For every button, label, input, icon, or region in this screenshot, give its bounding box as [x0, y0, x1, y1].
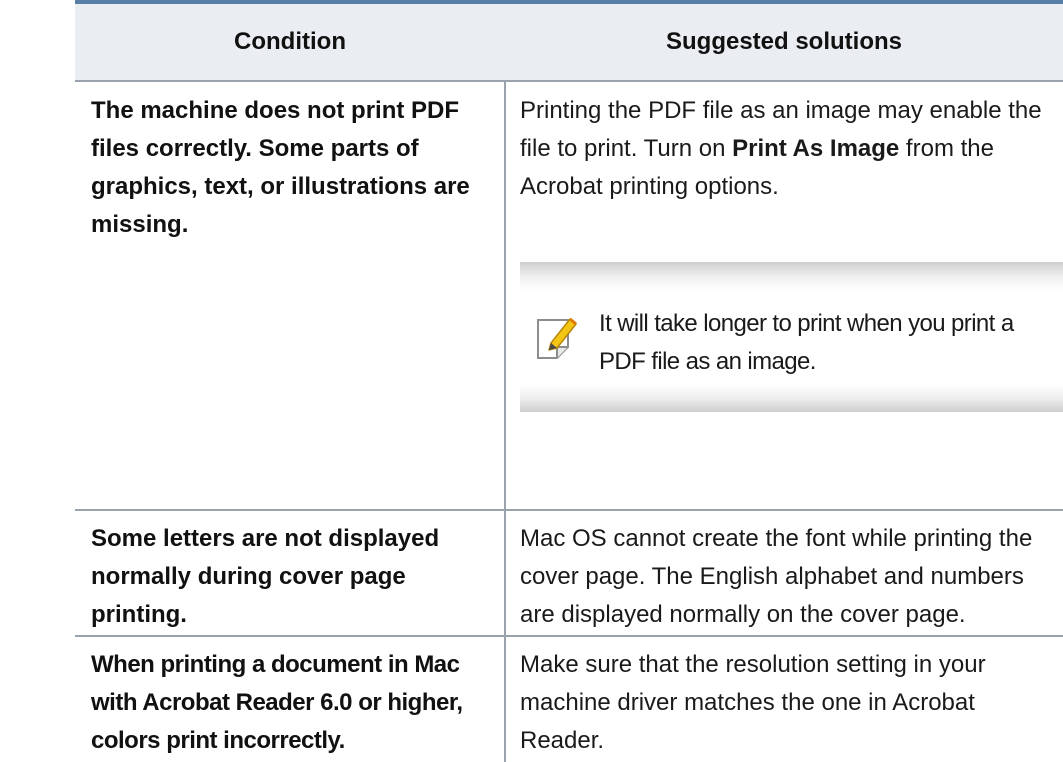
header-condition: Condition [234, 28, 346, 55]
column-divider [504, 511, 506, 635]
note-pencil-icon [535, 315, 579, 361]
troubleshooting-table: Condition Suggested solutions The machin… [0, 0, 1063, 762]
table-header-row: Condition Suggested solutions [75, 4, 1063, 82]
row-2-condition: Some letters are not displayed normally … [91, 525, 440, 628]
row-1-solution: Printing the PDF file as an image may en… [520, 92, 1060, 206]
column-divider [504, 82, 506, 509]
row-3-solution: Make sure that the resolution setting in… [520, 651, 986, 754]
row-divider [75, 509, 1063, 511]
header-suggested-solutions: Suggested solutions [665, 28, 902, 55]
note-text: It will take longer to print when you pr… [599, 310, 1014, 375]
row-1-solution-option: Print As Image [732, 135, 900, 162]
column-divider [504, 637, 506, 762]
row-3-condition: When printing a document in Mac with Acr… [91, 651, 463, 754]
row-1-condition: The machine does not print PDF files cor… [91, 97, 470, 238]
row-divider [75, 635, 1063, 637]
row-2-solution: Mac OS cannot create the font while prin… [520, 525, 1033, 628]
